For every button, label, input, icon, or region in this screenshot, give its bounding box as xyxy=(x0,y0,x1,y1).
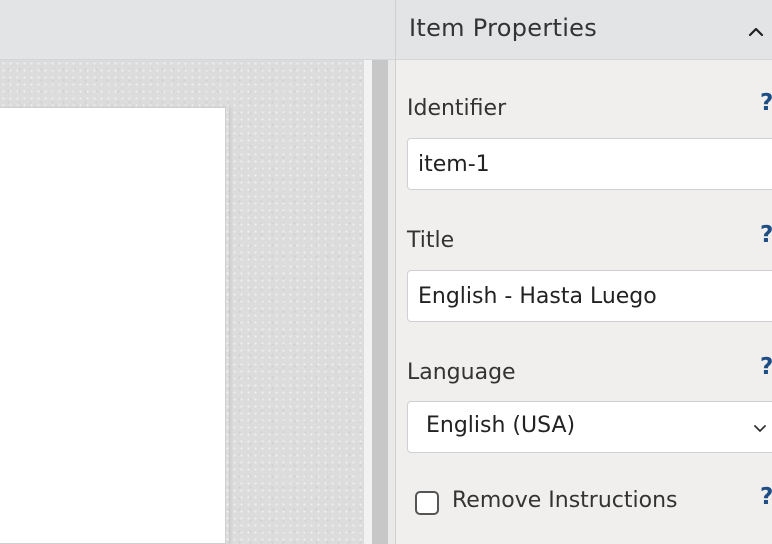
language-help-icon[interactable]: ? xyxy=(760,354,772,380)
canvas-edge xyxy=(364,60,372,544)
identifier-label: Identifier xyxy=(407,96,507,121)
item-properties-panel: Item Properties Identifier ? Title ? Lan… xyxy=(395,0,772,544)
language-select-value: English (USA) xyxy=(426,413,576,438)
remove-instructions-checkbox[interactable] xyxy=(415,491,439,515)
title-input[interactable] xyxy=(407,270,772,322)
title-label: Title xyxy=(407,228,455,253)
remove-instructions-label[interactable]: Remove Instructions xyxy=(452,488,677,513)
identifier-help-icon[interactable]: ? xyxy=(760,90,772,116)
language-select[interactable]: English (USA) xyxy=(407,401,772,453)
editor-toolbar xyxy=(0,0,395,60)
panel-header[interactable]: Item Properties xyxy=(396,0,772,60)
title-help-icon[interactable]: ? xyxy=(760,222,772,248)
page-sheet[interactable] xyxy=(0,107,226,544)
identifier-input[interactable] xyxy=(407,138,772,190)
panel-divider xyxy=(388,60,395,544)
chevron-down-icon xyxy=(754,425,766,432)
vertical-scrollbar[interactable] xyxy=(372,60,388,544)
chevron-up-icon[interactable] xyxy=(746,22,766,42)
language-label: Language xyxy=(407,360,516,385)
panel-title: Item Properties xyxy=(409,14,598,42)
remove-instructions-help-icon[interactable]: ? xyxy=(760,484,772,510)
